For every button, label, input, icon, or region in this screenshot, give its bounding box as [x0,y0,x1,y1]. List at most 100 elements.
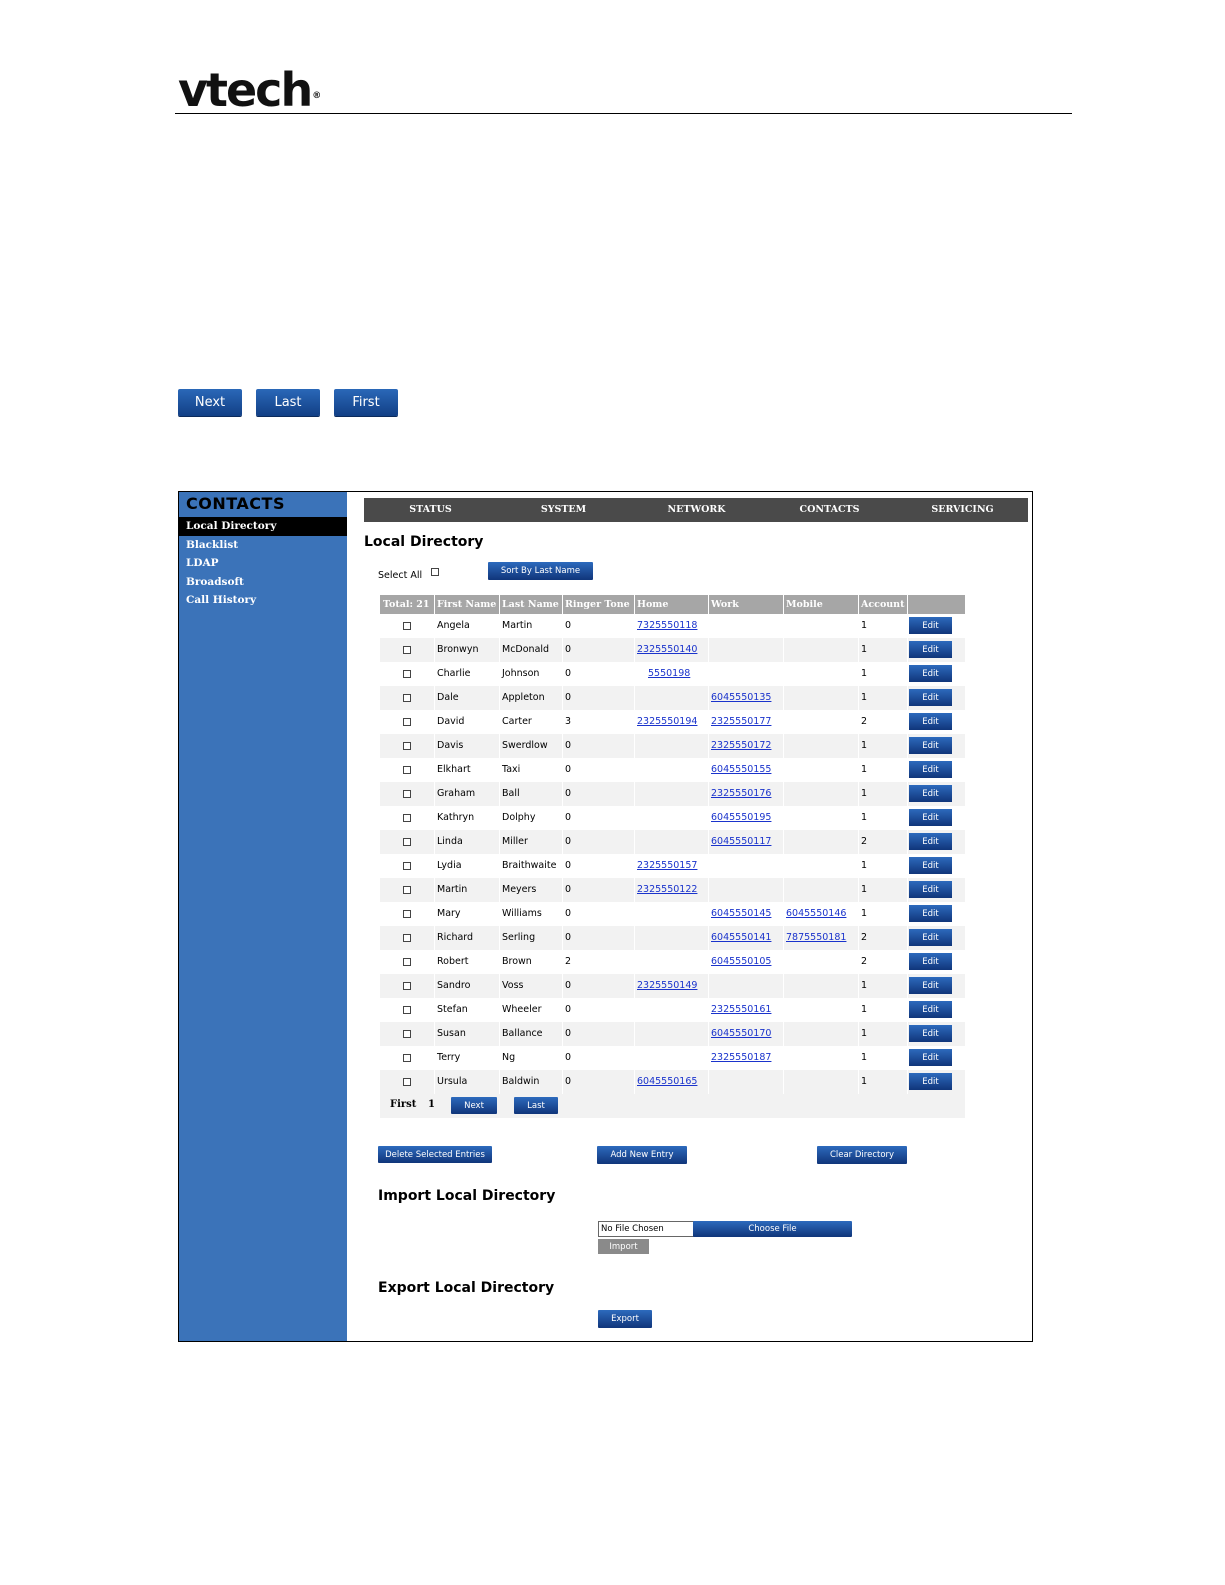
row-checkbox[interactable] [403,789,411,798]
row-select-cell [380,758,434,782]
row-select-cell [380,830,434,854]
phone-link[interactable]: 6045550195 [711,812,771,823]
edit-button[interactable]: Edit [909,881,952,898]
first-button[interactable]: First [334,389,398,416]
phone-link[interactable]: 6045550141 [711,932,771,943]
phone-link[interactable]: 2325550140 [637,644,697,655]
row-select-cell [380,710,434,734]
cell-home [634,1022,708,1046]
phone-link[interactable]: 6045550145 [711,908,771,919]
select-all-checkbox[interactable] [431,567,440,576]
row-checkbox[interactable] [403,813,411,822]
phone-link[interactable]: 6045550146 [786,908,846,919]
choose-file-button[interactable]: Choose File [693,1221,852,1237]
table-row: Stefan Wheeler 0 2325550161 1 Edit [380,998,965,1022]
edit-button[interactable]: Edit [909,1073,952,1090]
sidebar-item-local-directory[interactable]: Local Directory [179,517,347,536]
sort-by-last-name-button[interactable]: Sort By Last Name [488,562,593,580]
row-checkbox[interactable] [403,1077,411,1086]
edit-button[interactable]: Edit [909,665,952,682]
row-checkbox[interactable] [403,741,411,750]
edit-button[interactable]: Edit [909,1001,952,1018]
tab-system[interactable]: SYSTEM [497,498,630,522]
sidebar-item-call-history[interactable]: Call History [179,591,347,610]
edit-button[interactable]: Edit [909,641,952,658]
edit-button[interactable]: Edit [909,857,952,874]
row-checkbox[interactable] [403,837,411,846]
edit-button[interactable]: Edit [909,809,952,826]
phone-link[interactable]: 2325550161 [711,1004,771,1015]
row-checkbox[interactable] [403,1005,411,1014]
edit-button[interactable]: Edit [909,617,952,634]
phone-link[interactable]: 6045550170 [711,1028,771,1039]
row-checkbox[interactable] [403,861,411,870]
phone-link[interactable]: 2325550149 [637,980,697,991]
phone-link[interactable]: 2325550176 [711,788,771,799]
cell-home: 2325550140 [634,638,708,662]
edit-button[interactable]: Edit [909,1025,952,1042]
phone-link[interactable]: 2325550122 [637,884,697,895]
tab-servicing[interactable]: SERVICING [896,498,1029,522]
row-checkbox[interactable] [403,621,411,630]
row-checkbox[interactable] [403,885,411,894]
add-new-entry-button[interactable]: Add New Entry [597,1146,687,1164]
phone-link[interactable]: 2325550187 [711,1052,771,1063]
sidebar-item-blacklist[interactable]: Blacklist [179,536,347,555]
export-button[interactable]: Export [598,1310,652,1328]
cell-work [708,854,783,878]
edit-button[interactable]: Edit [909,929,952,946]
edit-button[interactable]: Edit [909,1049,952,1066]
row-checkbox[interactable] [403,981,411,990]
cell-first-name: Elkhart [437,764,471,775]
cell-mobile [783,662,858,686]
row-checkbox[interactable] [403,1053,411,1062]
tab-network[interactable]: NETWORK [630,498,763,522]
phone-link[interactable]: 2325550172 [711,740,771,751]
edit-button[interactable]: Edit [909,977,952,994]
row-checkbox[interactable] [403,765,411,774]
row-checkbox[interactable] [403,909,411,918]
row-checkbox[interactable] [403,957,411,966]
phone-link[interactable]: 5550198 [648,668,690,679]
row-checkbox[interactable] [403,693,411,702]
footer-last-button[interactable]: Last [514,1097,558,1114]
cell-work: 6045550145 [708,902,783,926]
row-checkbox[interactable] [403,645,411,654]
cell-mobile: 6045550146 [783,902,858,926]
footer-first-label[interactable]: First [390,1099,416,1110]
tab-contacts[interactable]: CONTACTS [763,498,896,522]
phone-link[interactable]: 6045550105 [711,956,771,967]
phone-link[interactable]: 6045550165 [637,1076,697,1087]
phone-link[interactable]: 6045550117 [711,836,771,847]
edit-button[interactable]: Edit [909,905,952,922]
phone-link[interactable]: 2325550157 [637,860,697,871]
clear-directory-button[interactable]: Clear Directory [817,1146,907,1164]
phone-link[interactable]: 7325550118 [637,620,697,631]
phone-link[interactable]: 2325550194 [637,716,697,727]
edit-button[interactable]: Edit [909,713,952,730]
phone-link[interactable]: 6045550135 [711,692,771,703]
import-button[interactable]: Import [598,1239,649,1254]
phone-link[interactable]: 6045550155 [711,764,771,775]
row-checkbox[interactable] [403,933,411,942]
cell-mobile: 7875550181 [783,926,858,950]
delete-selected-entries-button[interactable]: Delete Selected Entries [378,1146,492,1163]
footer-next-button[interactable]: Next [451,1097,497,1114]
edit-button[interactable]: Edit [909,737,952,754]
phone-link[interactable]: 7875550181 [786,932,846,943]
cell-ringer-tone: 0 [565,980,572,991]
row-checkbox[interactable] [403,717,411,726]
next-button[interactable]: Next [178,389,242,416]
edit-button[interactable]: Edit [909,785,952,802]
phone-link[interactable]: 2325550177 [711,716,771,727]
last-button[interactable]: Last [256,389,320,416]
tab-status[interactable]: STATUS [364,498,497,522]
edit-button[interactable]: Edit [909,953,952,970]
edit-button[interactable]: Edit [909,833,952,850]
row-checkbox[interactable] [403,1029,411,1038]
edit-button[interactable]: Edit [909,761,952,778]
sidebar-item-broadsoft[interactable]: Broadsoft [179,573,347,592]
edit-button[interactable]: Edit [909,689,952,706]
sidebar-item-ldap[interactable]: LDAP [179,554,347,573]
row-checkbox[interactable] [403,669,411,678]
